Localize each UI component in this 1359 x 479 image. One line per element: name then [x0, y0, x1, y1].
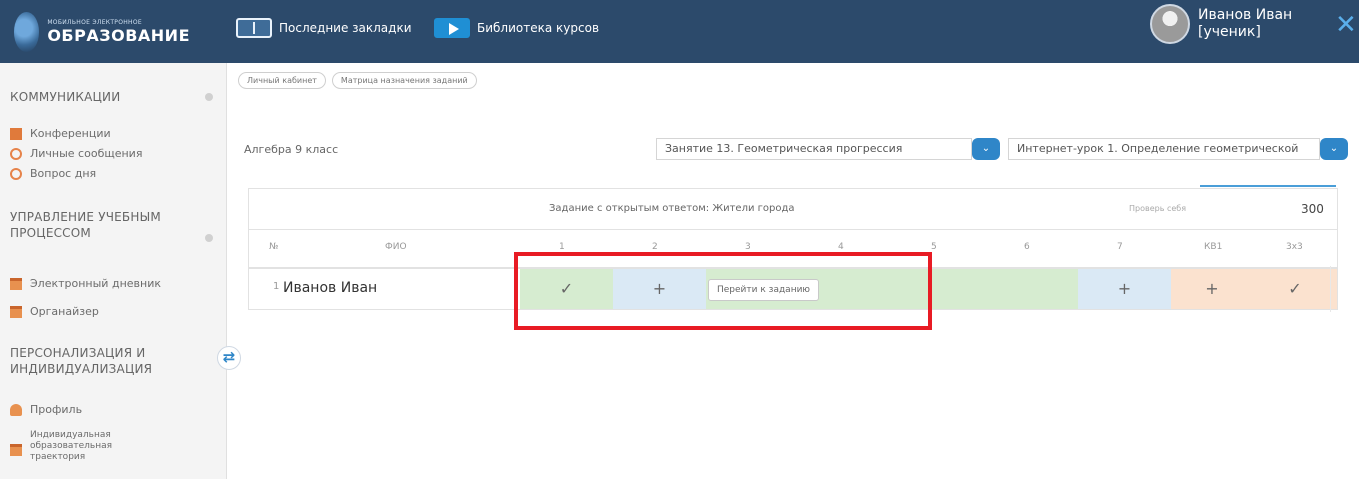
diary-icon — [10, 277, 22, 290]
logo-title: ОБРАЗОВАНИЕ — [47, 26, 190, 45]
column-header[interactable]: 7 — [1117, 242, 1123, 252]
sidebar-section-learning-management: УПРАВЛЕНИЕ УЧЕБНЫМ ПРОЦЕССОМ — [10, 210, 161, 241]
highlight-frame — [514, 252, 932, 330]
subject-title: Алгебра 9 класс — [244, 143, 339, 156]
sidebar-section-communications: КОММУНИКАЦИИ — [10, 90, 121, 104]
sidebar-item-label: Индивидуальная образовательная траектори… — [30, 430, 113, 462]
trajectory-icon — [10, 444, 22, 456]
sidebar: КОММУНИКАЦИИ Конференции Личные сообщени… — [0, 63, 227, 479]
column-header[interactable]: 3 — [745, 242, 751, 252]
sidebar-item-conferences[interactable]: Конференции — [10, 127, 111, 140]
close-icon[interactable]: ✕ — [1335, 12, 1357, 38]
student-name[interactable]: Иванов Иван — [283, 280, 377, 296]
table-scrollbar[interactable] — [1330, 266, 1339, 312]
task-cell[interactable]: ✓ — [1253, 269, 1337, 309]
sidebar-item-label: Профиль — [30, 403, 83, 416]
task-cell[interactable] — [985, 269, 1078, 309]
course-library-icon — [434, 18, 470, 38]
logo-emblem-icon — [14, 12, 40, 52]
sidebar-item-trajectory[interactable]: Индивидуальная образовательная траектори… — [10, 430, 126, 462]
sidebar-item-label: Вопрос дня — [30, 167, 97, 180]
lesson-select-dropdown-icon[interactable]: ⌄ — [972, 138, 1000, 160]
sidebar-item-profile[interactable]: Профиль — [10, 403, 82, 416]
sidebar-item-label: Личные сообщения — [30, 147, 143, 160]
check-yourself-label: Проверь себя — [1129, 204, 1187, 213]
column-header[interactable]: 1 — [559, 242, 565, 252]
profile-icon — [10, 403, 22, 416]
lesson-part-select-dropdown-icon[interactable]: ⌄ — [1320, 138, 1348, 160]
column-header: ФИО — [385, 242, 407, 252]
sidebar-item-label: Электронный дневник — [30, 277, 161, 290]
column-header[interactable]: 5 — [931, 242, 937, 252]
breadcrumb-item[interactable]: Личный кабинет — [238, 72, 326, 89]
column-header[interactable]: 4 — [838, 242, 844, 252]
user-name: Иванов Иван — [1198, 6, 1293, 23]
nav-course-library-label: Библиотека курсов — [477, 21, 600, 35]
column-header[interactable]: КВ1 — [1204, 242, 1222, 252]
sidebar-item-label: Конференции — [30, 127, 111, 140]
column-header: № — [269, 242, 279, 252]
nav-course-library[interactable]: Библиотека курсов — [434, 18, 599, 38]
task-title: Задание с открытым ответом: Жители город… — [549, 203, 795, 214]
task-header: Задание с открытым ответом: Жители город… — [248, 188, 1338, 230]
sidebar-item-organizer[interactable]: Органайзер — [10, 305, 99, 318]
question-icon — [10, 167, 22, 180]
nav-bookmarks-label: Последние закладки — [279, 21, 412, 35]
user-role: [ученик] — [1198, 24, 1261, 40]
sidebar-toggle-icon[interactable]: ⇄ — [217, 346, 241, 370]
bookmarks-icon — [236, 18, 272, 38]
avatar[interactable] — [1150, 4, 1190, 44]
conference-icon — [10, 127, 22, 140]
user-menu[interactable]: Иванов Иван [ученик] — [1150, 4, 1292, 44]
breadcrumb: Личный кабинет Матрица назначения задани… — [238, 72, 477, 89]
nav-bookmarks[interactable]: Последние закладки — [236, 18, 412, 38]
app-logo[interactable]: МОБИЛЬНОЕ ЭЛЕКТРОННОЕ ОБРАЗОВАНИЕ — [14, 10, 190, 54]
breadcrumb-item[interactable]: Матрица назначения заданий — [331, 72, 477, 89]
task-cell[interactable]: + — [1078, 269, 1171, 309]
column-header[interactable]: 2 — [652, 242, 658, 252]
sidebar-item-diary[interactable]: Электронный дневник — [10, 277, 161, 290]
column-header[interactable]: 3х3 — [1286, 242, 1303, 252]
score-tab[interactable] — [1200, 185, 1336, 231]
column-header[interactable]: 6 — [1024, 242, 1030, 252]
messages-icon — [10, 147, 22, 160]
sidebar-item-messages[interactable]: Личные сообщения — [10, 147, 142, 160]
lesson-part-select[interactable]: Интернет-урок 1. Определение геометричес… — [1008, 138, 1320, 160]
organizer-icon — [10, 305, 22, 318]
sidebar-section-personalization: ПЕРСОНАЛИЗАЦИЯ И ИНДИВИДУАЛИЗАЦИЯ — [10, 346, 153, 377]
section-collapse-icon[interactable] — [205, 93, 213, 101]
top-bar: МОБИЛЬНОЕ ЭЛЕКТРОННОЕ ОБРАЗОВАНИЕ Послед… — [0, 0, 1359, 63]
section-collapse-icon[interactable] — [205, 234, 213, 242]
lesson-select[interactable]: Занятие 13. Геометрическая прогрессия — [656, 138, 972, 160]
row-number: 1 — [273, 281, 280, 292]
sidebar-item-label: Органайзер — [30, 305, 99, 318]
task-cell[interactable]: + — [1171, 269, 1253, 309]
sidebar-item-question-of-day[interactable]: Вопрос дня — [10, 167, 96, 180]
